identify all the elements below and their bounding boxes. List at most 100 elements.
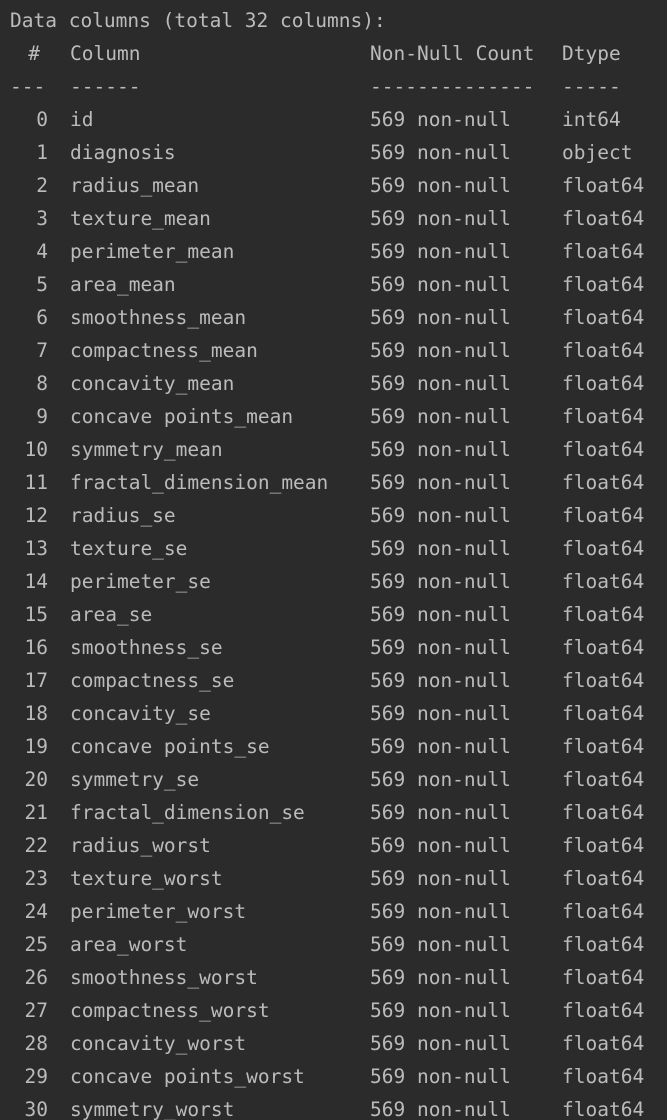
row-non-null-count: 569 non-null (370, 372, 511, 395)
row-index: 14 (24, 570, 48, 593)
row-non-null-count: 569 non-null (370, 900, 511, 923)
column-row: 0 id 569 non-null int64 (0, 103, 667, 136)
separator-count: -------------- (370, 75, 535, 98)
row-index: 12 (24, 504, 48, 527)
console-output: Data columns (total 32 columns): # Colum… (0, 0, 667, 1120)
row-index: 8 (36, 372, 48, 395)
row-index: 11 (24, 471, 48, 494)
row-index: 9 (36, 405, 48, 428)
row-non-null-count: 569 non-null (370, 570, 511, 593)
header-dtype: Dtype (562, 42, 621, 65)
info-title: Data columns (total 32 columns): (10, 9, 386, 32)
header-column: Column (70, 42, 141, 65)
row-dtype: float64 (562, 1032, 645, 1055)
row-non-null-count: 569 non-null (370, 1032, 511, 1055)
row-column-name: radius_se (70, 504, 176, 527)
header-index: # (28, 42, 40, 65)
row-dtype: float64 (562, 702, 645, 725)
row-column-name: fractal_dimension_se (70, 801, 305, 824)
column-row: 1 diagnosis 569 non-null object (0, 136, 667, 169)
row-column-name: perimeter_worst (70, 900, 247, 923)
row-non-null-count: 569 non-null (370, 537, 511, 560)
column-row: 14 perimeter_se 569 non-null float64 (0, 565, 667, 598)
row-dtype: float64 (562, 834, 645, 857)
column-row: 13 texture_se 569 non-null float64 (0, 532, 667, 565)
row-dtype: float64 (562, 372, 645, 395)
row-non-null-count: 569 non-null (370, 306, 511, 329)
row-index: 10 (24, 438, 48, 461)
row-non-null-count: 569 non-null (370, 1065, 511, 1088)
column-row: 6 smoothness_mean 569 non-null float64 (0, 301, 667, 334)
row-dtype: float64 (562, 1065, 645, 1088)
row-dtype: float64 (562, 867, 645, 890)
row-non-null-count: 569 non-null (370, 141, 511, 164)
column-row: 5 area_mean 569 non-null float64 (0, 268, 667, 301)
row-index: 2 (36, 174, 48, 197)
separator-line: --- ------ -------------- ----- (0, 70, 667, 103)
column-row: 29 concave points_worst 569 non-null float6… (0, 1060, 667, 1093)
column-row: 17 compactness_se 569 non-null float64 (0, 664, 667, 697)
row-non-null-count: 569 non-null (370, 669, 511, 692)
row-dtype: float64 (562, 735, 645, 758)
row-index: 1 (36, 141, 48, 164)
row-column-name: smoothness_worst (70, 966, 258, 989)
row-non-null-count: 569 non-null (370, 801, 511, 824)
row-index: 6 (36, 306, 48, 329)
row-index: 29 (24, 1065, 48, 1088)
separator-index: --- (10, 75, 46, 98)
row-dtype: float64 (562, 966, 645, 989)
row-dtype: object (562, 141, 633, 164)
column-row: 16 smoothness_se 569 non-null float64 (0, 631, 667, 664)
row-column-name: smoothness_se (70, 636, 223, 659)
row-column-name: texture_worst (70, 867, 223, 890)
row-non-null-count: 569 non-null (370, 438, 511, 461)
row-index: 16 (24, 636, 48, 659)
column-row: 3 texture_mean 569 non-null float64 (0, 202, 667, 235)
row-index: 15 (24, 603, 48, 626)
column-row: 24 perimeter_worst 569 non-null float64 (0, 895, 667, 928)
row-index: 23 (24, 867, 48, 890)
row-dtype: float64 (562, 174, 645, 197)
column-row: 2 radius_mean 569 non-null float64 (0, 169, 667, 202)
row-dtype: int64 (562, 108, 621, 131)
row-dtype: float64 (562, 570, 645, 593)
row-non-null-count: 569 non-null (370, 636, 511, 659)
row-column-name: id (70, 108, 94, 131)
info-title-line: Data columns (total 32 columns): (0, 4, 667, 37)
row-column-name: smoothness_mean (70, 306, 247, 329)
row-column-name: concavity_se (70, 702, 211, 725)
column-row: 18 concavity_se 569 non-null float64 (0, 697, 667, 730)
row-dtype: float64 (562, 537, 645, 560)
column-row: 7 compactness_mean 569 non-null float64 (0, 334, 667, 367)
row-dtype: float64 (562, 471, 645, 494)
row-dtype: float64 (562, 207, 645, 230)
row-index: 20 (24, 768, 48, 791)
row-dtype: float64 (562, 768, 645, 791)
row-non-null-count: 569 non-null (370, 504, 511, 527)
column-row: 21 fractal_dimension_se 569 non-null float6… (0, 796, 667, 829)
row-index: 3 (36, 207, 48, 230)
row-column-name: symmetry_worst (70, 1098, 235, 1120)
column-row: 10 symmetry_mean 569 non-null float64 (0, 433, 667, 466)
row-dtype: float64 (562, 999, 645, 1022)
row-column-name: concave points_mean (70, 405, 294, 428)
row-column-name: diagnosis (70, 141, 176, 164)
row-column-name: radius_worst (70, 834, 211, 857)
row-non-null-count: 569 non-null (370, 405, 511, 428)
row-column-name: fractal_dimension_mean (70, 471, 329, 494)
row-non-null-count: 569 non-null (370, 999, 511, 1022)
separator-dtype: ----- (562, 75, 621, 98)
row-dtype: float64 (562, 801, 645, 824)
row-index: 5 (36, 273, 48, 296)
row-dtype: float64 (562, 339, 645, 362)
row-non-null-count: 569 non-null (370, 768, 511, 791)
row-dtype: float64 (562, 240, 645, 263)
row-column-name: texture_mean (70, 207, 211, 230)
row-non-null-count: 569 non-null (370, 108, 511, 131)
row-column-name: perimeter_se (70, 570, 211, 593)
column-row: 9 concave points_mean 569 non-null float64 (0, 400, 667, 433)
column-row: 25 area_worst 569 non-null float64 (0, 928, 667, 961)
column-row: 30 symmetry_worst 569 non-null float64 (0, 1093, 667, 1120)
row-non-null-count: 569 non-null (370, 834, 511, 857)
row-index: 28 (24, 1032, 48, 1055)
